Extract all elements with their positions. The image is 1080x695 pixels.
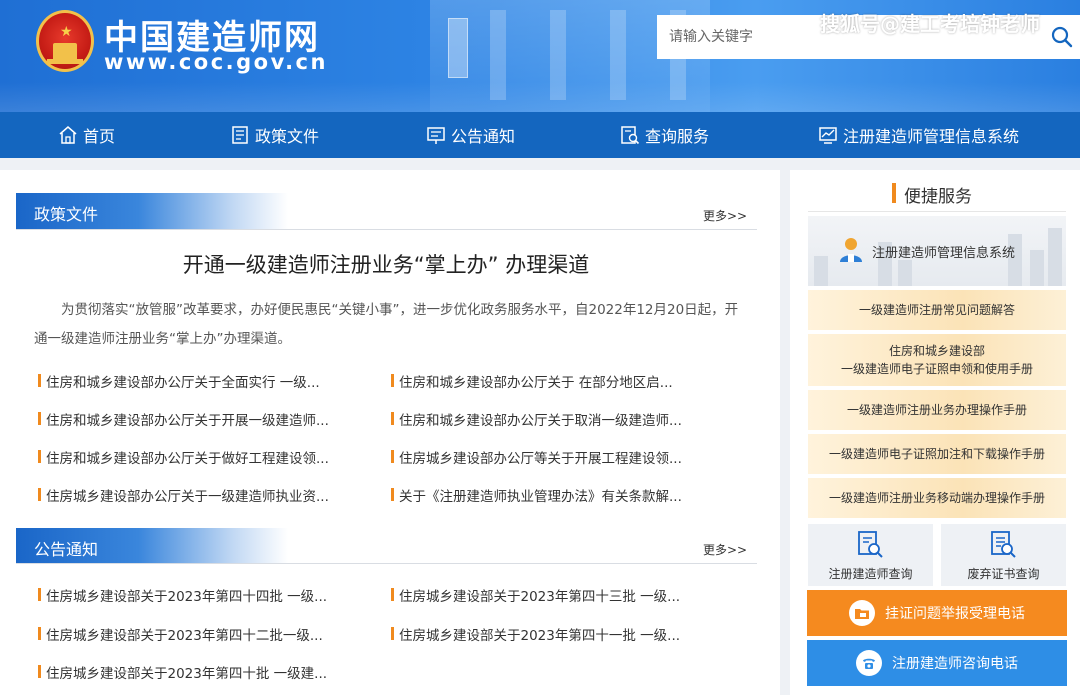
notice-link[interactable]: 住房城乡建设部关于2023年第四十二批一级...: [38, 624, 323, 644]
notice-section-title: 公告通知: [34, 540, 99, 559]
notice-link[interactable]: 住房城乡建设部关于2023年第四十一批 一级...: [391, 624, 680, 644]
consult-phone-button[interactable]: 注册建造师咨询电话: [807, 640, 1067, 686]
nav-item-label: 查询服务: [645, 127, 710, 146]
system-link-card[interactable]: 注册建造师管理信息系统: [808, 216, 1066, 286]
search-icon[interactable]: [1050, 25, 1074, 49]
nav-item-policy[interactable]: 政策文件: [230, 112, 319, 158]
featured-headline[interactable]: 开通一级建造师注册业务“掌上办” 办理渠道: [0, 249, 772, 279]
policy-link[interactable]: 住房和城乡建设部办公厅关于开展一级建造师...: [38, 409, 329, 429]
notice-section-header: 公告通知: [16, 528, 288, 564]
manual-link-faq[interactable]: 一级建造师注册常见问题解答: [808, 290, 1066, 330]
main-nav: 首页 政策文件 公告通知 查询服务 注册建造师管理信息系统: [0, 112, 1080, 158]
chart-icon: [819, 127, 837, 144]
nav-item-query[interactable]: 查询服务: [620, 112, 709, 158]
consult-phone-label: 注册建造师咨询电话: [892, 656, 1018, 672]
notice-more-link[interactable]: 更多>>: [703, 541, 747, 558]
policy-link[interactable]: 住房城乡建设部办公厅等关于开展工程建设领...: [391, 447, 682, 467]
watermark-text: 搜狐号@建工考培钟老师: [820, 12, 1040, 36]
notice-link[interactable]: 住房城乡建设部关于2023年第四十批 一级建...: [38, 662, 327, 682]
notice-link[interactable]: 住房城乡建设部关于2023年第四十三批 一级...: [391, 585, 680, 605]
policy-link[interactable]: 住房和城乡建设部办公厅关于做好工程建设领...: [38, 447, 329, 467]
report-phone-button[interactable]: 挂证问题举报受理电话: [807, 590, 1067, 636]
nav-item-label: 政策文件: [255, 127, 320, 146]
divider: [16, 229, 757, 230]
national-emblem-icon: ★: [36, 10, 94, 72]
featured-summary: 为贯彻落实“放管服”改革要求，办好便民惠民“关键小事”，进一步优化政务服务水平，…: [34, 302, 739, 347]
announcement-icon: [427, 127, 445, 144]
policy-section-title: 政策文件: [34, 205, 99, 224]
folder-icon: [849, 600, 875, 626]
manual-label: 一级建造师电子证照申领和使用手册: [840, 362, 1033, 376]
nav-item-label: 注册建造师管理信息系统: [843, 127, 1020, 146]
manual-label: 一级建造师注册业务移动端办理操作手册: [828, 491, 1045, 505]
notice-link[interactable]: 住房城乡建设部关于2023年第四十四批 一级...: [38, 585, 327, 605]
abandoned-certificate-query-button[interactable]: 废弃证书查询: [941, 524, 1066, 586]
site-header: ★ 中国建造师网 www.coc.gov.cn 搜狐号@建工考培钟老师: [0, 0, 1080, 112]
policy-link[interactable]: 住房城乡建设部办公厅关于一级建造师执业资...: [38, 485, 329, 505]
system-link-label: 注册建造师管理信息系统: [872, 246, 1016, 261]
policy-link[interactable]: 关于《注册建造师执业管理办法》有关条款解...: [391, 485, 682, 505]
nav-item-label: 公告通知: [451, 127, 516, 146]
nav-item-notice[interactable]: 公告通知: [426, 112, 515, 158]
manual-label: 一级建造师电子证照加注和下载操作手册: [828, 447, 1045, 461]
manual-link-mobile[interactable]: 一级建造师注册业务移动端办理操作手册: [808, 478, 1066, 518]
manual-link-registration[interactable]: 一级建造师注册业务办理操作手册: [808, 390, 1066, 430]
divider: [808, 211, 1066, 212]
policy-link[interactable]: 住房和城乡建设部办公厅关于 在部分地区启...: [391, 371, 673, 391]
policy-link[interactable]: 住房和城乡建设部办公厅关于全面实行 一级...: [38, 371, 320, 391]
builder-search-icon: [858, 531, 883, 558]
certificate-search-icon: [991, 531, 1016, 558]
policy-link[interactable]: 住房和城乡建设部办公厅关于取消一级建造师...: [391, 409, 682, 429]
nav-item-home[interactable]: 首页: [58, 112, 115, 158]
nav-item-system[interactable]: 注册建造师管理信息系统: [818, 112, 1019, 158]
document-icon: [232, 126, 248, 144]
nav-item-label: 首页: [83, 127, 116, 146]
abandoned-query-label: 废弃证书查询: [967, 567, 1040, 581]
manual-link-e-license[interactable]: 住房和城乡建设部 一级建造师电子证照申领和使用手册: [808, 334, 1066, 386]
user-avatar-icon: [840, 238, 862, 262]
sidebar-title: 便捷服务: [892, 182, 972, 207]
manual-label: 一级建造师注册常见问题解答: [858, 303, 1015, 317]
manual-label: 一级建造师注册业务办理操作手册: [846, 403, 1027, 417]
main-content: 政策文件 更多>> 开通一级建造师注册业务“掌上办” 办理渠道 为贯彻落实“放管…: [0, 170, 780, 695]
policy-section-header: 政策文件: [16, 193, 288, 229]
report-phone-label: 挂证问题举报受理电话: [885, 606, 1025, 622]
builder-query-label: 注册建造师查询: [828, 567, 913, 581]
builder-query-button[interactable]: 注册建造师查询: [808, 524, 933, 586]
quick-services-sidebar: 便捷服务 注册建造师管理信息系统 一级建造师注册常见问题解答 住房和城乡建设部 …: [790, 170, 1080, 695]
telephone-icon: [856, 650, 882, 676]
divider: [16, 563, 757, 564]
home-icon: [59, 126, 77, 144]
manual-link-annotation-download[interactable]: 一级建造师电子证照加注和下载操作手册: [808, 434, 1066, 474]
query-icon: [621, 126, 640, 145]
policy-more-link[interactable]: 更多>>: [703, 207, 747, 224]
site-url: www.coc.gov.cn: [104, 50, 328, 74]
manual-label: 住房和城乡建设部: [888, 344, 985, 358]
